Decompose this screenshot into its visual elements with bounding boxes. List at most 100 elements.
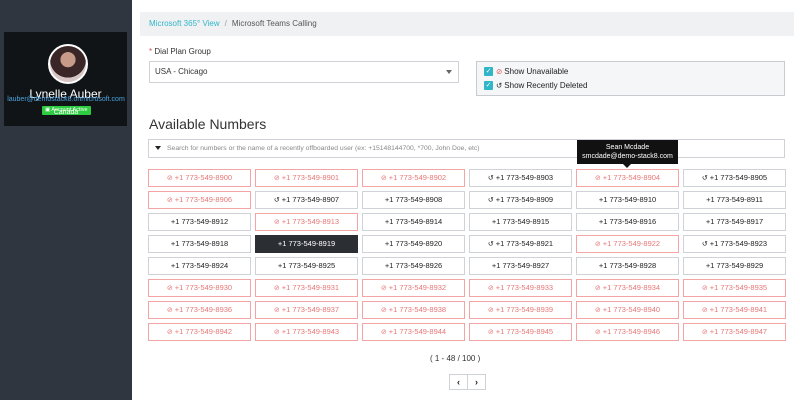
number-label: +1 773-549-8914 [384, 217, 443, 226]
number-button[interactable]: +1 773-549-8908 [362, 191, 465, 209]
tooltip-email: smcdade@demo-stack8.com [582, 153, 673, 160]
filter-icon [155, 146, 161, 150]
number-button[interactable]: ⊘ +1 773-549-8902 [362, 169, 465, 187]
number-button[interactable]: ↺ +1 773-549-8921 [469, 235, 572, 253]
number-button[interactable]: ⊘ +1 773-549-8944 [362, 323, 465, 341]
ban-icon: ⊘ [487, 307, 494, 314]
number-button[interactable]: ⊘ +1 773-549-8933 [469, 279, 572, 297]
show-recently-deleted-checkbox[interactable]: ✓ [484, 81, 493, 90]
number-button[interactable]: ⊘ +1 773-549-8939 [469, 301, 572, 319]
number-button[interactable]: +1 773-549-8915 [469, 213, 572, 231]
show-unavailable-option[interactable]: ✓ ⊘ Show Unavailable [484, 66, 568, 77]
number-button[interactable]: ↺ +1 773-549-8923 [683, 235, 786, 253]
number-label: +1 773-549-8923 [709, 239, 768, 248]
ban-icon: ⊘ [273, 329, 280, 336]
number-label: +1 773-549-8902 [388, 173, 447, 182]
number-label: +1 773-549-8930 [174, 283, 233, 292]
number-button[interactable]: ⊘ +1 773-549-8934 [576, 279, 679, 297]
number-button[interactable]: +1 773-549-8926 [362, 257, 465, 275]
search-field[interactable] [148, 139, 785, 158]
number-label: +1 773-549-8937 [281, 305, 340, 314]
number-button[interactable]: ⊘ +1 773-549-8937 [255, 301, 358, 319]
number-button[interactable]: ⊘ +1 773-549-8935 [683, 279, 786, 297]
dial-plan-select[interactable]: USA - Chicago [149, 61, 459, 83]
number-label: +1 773-549-8905 [709, 173, 768, 182]
number-label: +1 773-549-8947 [709, 327, 768, 336]
number-button[interactable]: +1 773-549-8919 [255, 235, 358, 253]
number-button[interactable]: ⊘ +1 773-549-8901 [255, 169, 358, 187]
number-button[interactable]: +1 773-549-8924 [148, 257, 251, 275]
number-label: +1 773-549-8940 [602, 305, 661, 314]
number-button[interactable]: ⊘ +1 773-549-8922 [576, 235, 679, 253]
number-button[interactable]: ⊘ +1 773-549-8931 [255, 279, 358, 297]
number-button[interactable]: ↺ +1 773-549-8905 [683, 169, 786, 187]
number-button[interactable]: ⊘ +1 773-549-8936 [148, 301, 251, 319]
ban-icon: ⊘ [380, 307, 387, 314]
number-button[interactable]: ⊘ +1 773-549-8947 [683, 323, 786, 341]
number-button[interactable]: +1 773-549-8916 [576, 213, 679, 231]
number-label: +1 773-549-8933 [495, 283, 554, 292]
prev-page-button[interactable]: ‹ [449, 374, 468, 390]
number-label: +1 773-549-8941 [709, 305, 768, 314]
ban-icon: ⊘ [594, 241, 601, 248]
number-button[interactable]: +1 773-549-8925 [255, 257, 358, 275]
number-button[interactable]: ⊘ +1 773-549-8943 [255, 323, 358, 341]
search-input[interactable] [167, 145, 784, 152]
ban-icon: ⊘ [380, 175, 387, 182]
ban-icon: ⊘ [487, 285, 494, 292]
pagination-info: ( 1 - 48 / 100 ) [430, 354, 481, 363]
number-button[interactable]: ⊘ +1 773-549-8940 [576, 301, 679, 319]
number-button[interactable]: ↺ +1 773-549-8907 [255, 191, 358, 209]
history-icon: ↺ [487, 175, 494, 182]
chevron-down-icon [446, 70, 452, 74]
number-button[interactable]: ↺ +1 773-549-8909 [469, 191, 572, 209]
next-page-button[interactable]: › [467, 374, 486, 390]
number-button[interactable]: +1 773-549-8927 [469, 257, 572, 275]
number-button[interactable]: +1 773-549-8911 [683, 191, 786, 209]
number-button[interactable]: ⊘ +1 773-549-8906 [148, 191, 251, 209]
number-button[interactable]: +1 773-549-8910 [576, 191, 679, 209]
number-button[interactable]: ⊘ +1 773-549-8941 [683, 301, 786, 319]
number-button[interactable]: +1 773-549-8912 [148, 213, 251, 231]
number-button[interactable]: ↺ +1 773-549-8903 [469, 169, 572, 187]
show-recently-deleted-option[interactable]: ✓ ↺ Show Recently Deleted [484, 80, 587, 91]
number-label: +1 773-549-8918 [170, 239, 229, 248]
number-button[interactable]: ⊘ +1 773-549-8938 [362, 301, 465, 319]
number-label: +1 773-549-8912 [170, 217, 229, 226]
number-label: +1 773-549-8927 [491, 261, 550, 270]
number-label: +1 773-549-8939 [495, 305, 554, 314]
number-button[interactable]: ⊘ +1 773-549-8946 [576, 323, 679, 341]
number-button[interactable]: +1 773-549-8914 [362, 213, 465, 231]
number-button[interactable]: ⊘ +1 773-549-8932 [362, 279, 465, 297]
number-button[interactable]: +1 773-549-8929 [683, 257, 786, 275]
history-icon: ↺ [487, 197, 494, 204]
required-marker: * [149, 47, 153, 56]
number-button[interactable]: ⊘ +1 773-549-8900 [148, 169, 251, 187]
number-button[interactable]: ⊘ +1 773-549-8913 [255, 213, 358, 231]
number-label: +1 773-549-8911 [706, 195, 763, 204]
ban-icon: ⊘ [701, 307, 708, 314]
ban-icon: ⊘ [380, 329, 387, 336]
number-button[interactable]: ⊘ +1 773-549-8930 [148, 279, 251, 297]
number-label: +1 773-549-8925 [277, 261, 336, 270]
number-label: +1 773-549-8926 [384, 261, 443, 270]
number-button[interactable]: +1 773-549-8918 [148, 235, 251, 253]
number-button[interactable]: ⊘ +1 773-549-8945 [469, 323, 572, 341]
profile-email[interactable]: lauber@demostack8.onmicrosoft.com [0, 96, 132, 103]
number-button[interactable]: +1 773-549-8917 [683, 213, 786, 231]
number-button[interactable]: +1 773-549-8928 [576, 257, 679, 275]
show-unavailable-checkbox[interactable]: ✓ [484, 67, 493, 76]
avatar[interactable] [48, 44, 88, 84]
ban-icon: ⊘ [380, 285, 387, 292]
dial-plan-value: USA - Chicago [155, 67, 208, 76]
ban-icon: ⊘ [594, 329, 601, 336]
number-label: +1 773-549-8900 [174, 173, 233, 182]
number-label: +1 773-549-8931 [281, 283, 340, 292]
number-button[interactable]: ⊘ +1 773-549-8904 [576, 169, 679, 187]
dial-plan-label-text: Dial Plan Group [154, 47, 211, 56]
number-button[interactable]: ⊘ +1 773-549-8942 [148, 323, 251, 341]
breadcrumb-home-link[interactable]: Microsoft 365° View [149, 19, 220, 28]
number-label: +1 773-549-8928 [598, 261, 657, 270]
number-label: +1 773-549-8945 [495, 327, 554, 336]
number-button[interactable]: +1 773-549-8920 [362, 235, 465, 253]
